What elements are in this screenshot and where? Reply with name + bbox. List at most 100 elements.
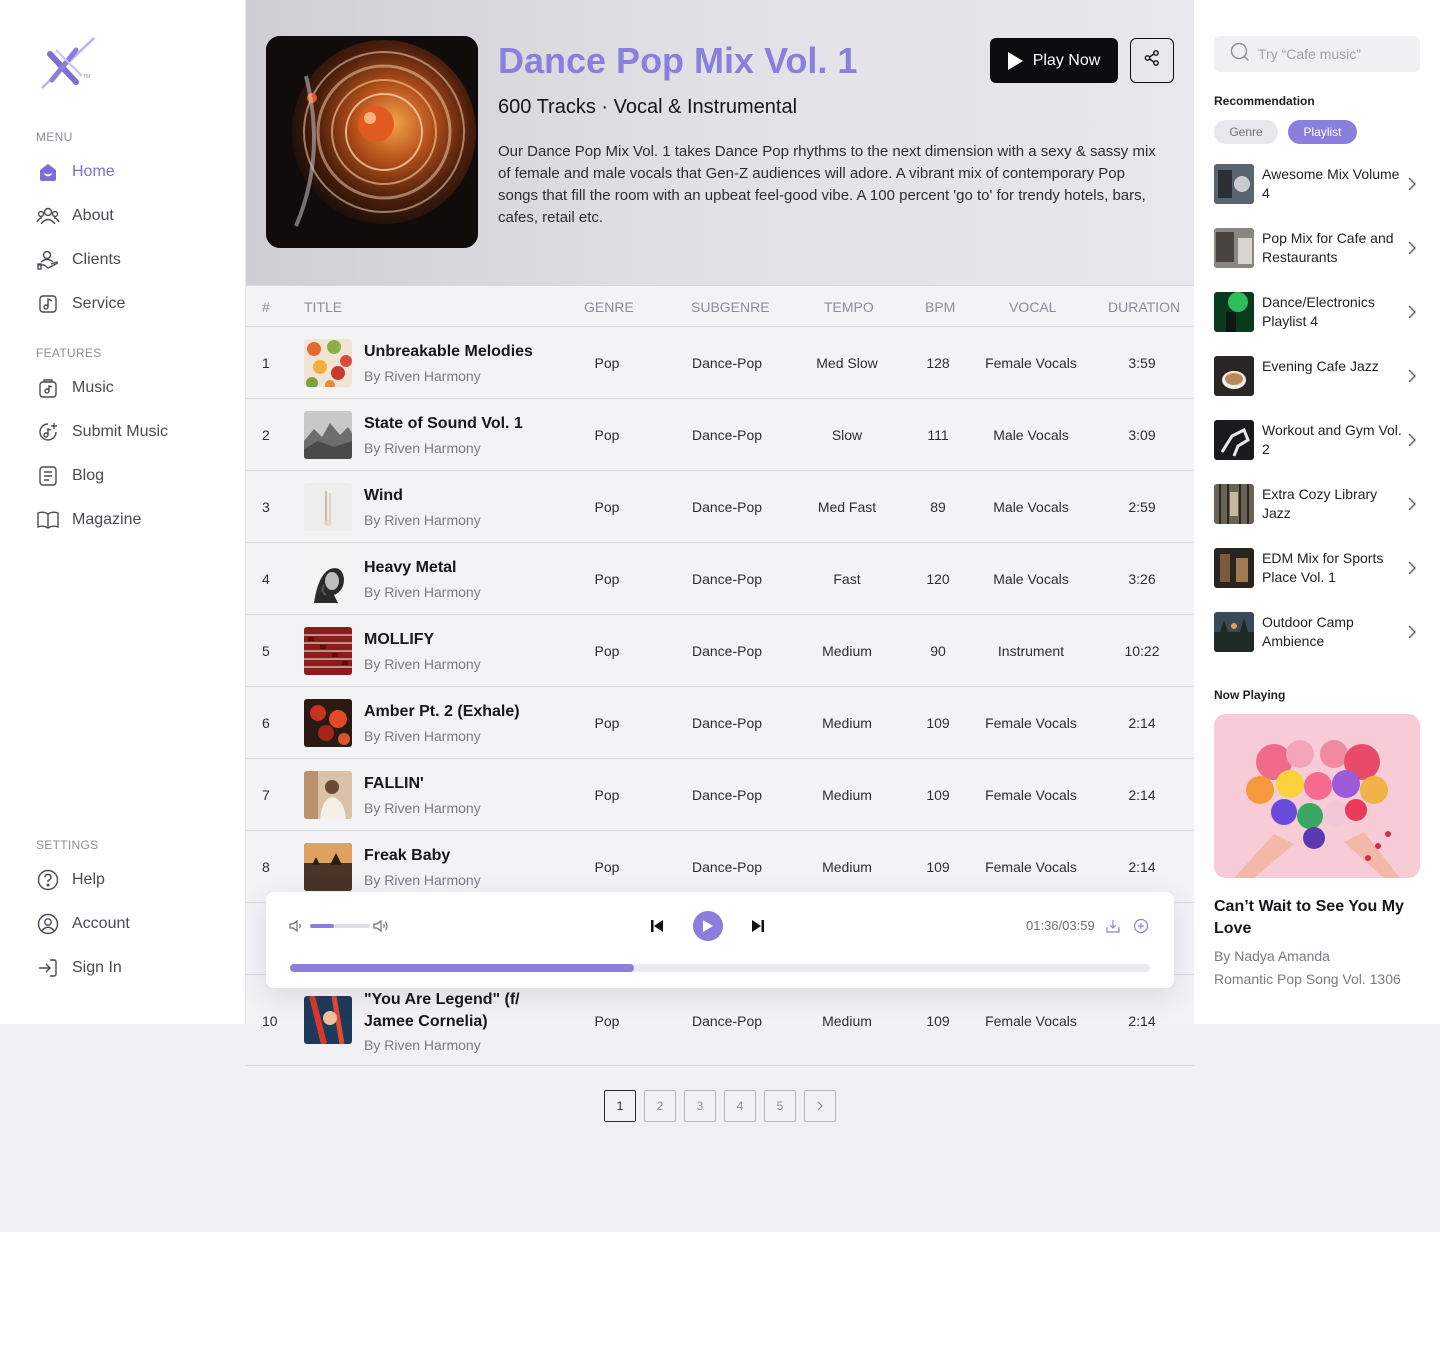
track-title[interactable]: FALLIN' bbox=[364, 775, 544, 793]
table-row[interactable]: 6 Amber Pt. 2 (Exhale) By Riven Harmony … bbox=[246, 687, 1194, 759]
nav-item-clients[interactable]: Clients bbox=[36, 246, 121, 274]
page-button[interactable]: 1 bbox=[604, 1090, 636, 1122]
table-row[interactable]: 3 Wind By Riven Harmony Pop Dance-Pop Me… bbox=[246, 471, 1194, 543]
track-number: 8 bbox=[262, 859, 270, 875]
table-row[interactable]: 4 Heavy Metal By Riven Harmony Pop Dance… bbox=[246, 543, 1194, 615]
nav-item-home[interactable]: Home bbox=[36, 158, 115, 186]
track-title[interactable]: Wind bbox=[364, 487, 544, 505]
track-thumbnail bbox=[304, 411, 352, 459]
track-thumbnail bbox=[304, 996, 352, 1044]
nav-item-help[interactable]: Help bbox=[36, 866, 105, 894]
playlist-item[interactable]: Dance/Electronics Playlist 4 bbox=[1214, 292, 1420, 332]
track-artist[interactable]: By Riven Harmony bbox=[364, 1037, 481, 1053]
track-duration: 2:14 bbox=[1128, 1013, 1156, 1029]
col-tempo: TEMPO bbox=[824, 299, 874, 315]
track-title[interactable]: Heavy Metal bbox=[364, 559, 544, 577]
track-vocal: Female Vocals bbox=[985, 787, 1077, 803]
track-thumbnail bbox=[304, 555, 352, 603]
page-button[interactable]: 2 bbox=[644, 1090, 676, 1122]
play-pause-button[interactable] bbox=[693, 911, 723, 941]
chevron-right-icon bbox=[817, 1101, 823, 1111]
table-row[interactable]: 7 FALLIN' By Riven Harmony Pop Dance-Pop… bbox=[246, 759, 1194, 831]
add-circle-icon[interactable] bbox=[1133, 918, 1149, 939]
playlist-item[interactable]: EDM Mix for Sports Place Vol. 1 bbox=[1214, 548, 1420, 588]
track-bpm: 128 bbox=[926, 355, 950, 371]
playlist-item[interactable]: Extra Cozy Library Jazz bbox=[1214, 484, 1420, 524]
col-title: TITLE bbox=[304, 299, 343, 315]
track-artist[interactable]: By Riven Harmony bbox=[364, 728, 481, 744]
search-input[interactable] bbox=[1258, 46, 1408, 62]
now-playing-artist[interactable]: By Nadya Amanda bbox=[1214, 948, 1330, 964]
submit-music-icon bbox=[36, 420, 60, 444]
playback-progress-bar[interactable] bbox=[290, 964, 1150, 972]
recommendation-heading: Recommendation bbox=[1214, 94, 1315, 108]
track-artist[interactable]: By Riven Harmony bbox=[364, 656, 481, 672]
next-page-button[interactable] bbox=[804, 1090, 836, 1122]
now-playing-artwork[interactable] bbox=[1214, 714, 1420, 878]
track-subgenre: Dance-Pop bbox=[691, 499, 763, 515]
track-artist[interactable]: By Riven Harmony bbox=[364, 584, 481, 600]
download-icon[interactable] bbox=[1105, 918, 1121, 939]
share-button[interactable] bbox=[1130, 38, 1174, 83]
track-title[interactable]: State of Sound Vol. 1 bbox=[364, 415, 544, 433]
playlist-thumbnail bbox=[1214, 356, 1254, 396]
track-vocal: Female Vocals bbox=[985, 859, 1077, 875]
nav-item-account[interactable]: Account bbox=[36, 910, 130, 938]
table-row[interactable]: 2 State of Sound Vol. 1 By Riven Harmony… bbox=[246, 399, 1194, 471]
play-now-button[interactable]: Play Now bbox=[990, 38, 1118, 83]
volume-low-icon[interactable] bbox=[288, 918, 304, 939]
track-artist[interactable]: By Riven Harmony bbox=[364, 872, 481, 888]
track-title[interactable]: Amber Pt. 2 (Exhale) bbox=[364, 703, 544, 721]
blog-icon bbox=[36, 464, 60, 488]
logo[interactable]: TM bbox=[36, 36, 100, 92]
chip-genre[interactable]: Genre bbox=[1214, 120, 1278, 144]
nav-item-about[interactable]: About bbox=[36, 202, 114, 230]
nav-item-sign-in[interactable]: Sign In bbox=[36, 954, 122, 982]
nav-item-music[interactable]: Music bbox=[36, 374, 114, 402]
page-button[interactable]: 4 bbox=[724, 1090, 756, 1122]
track-artist[interactable]: By Riven Harmony bbox=[364, 440, 481, 456]
playlist-item[interactable]: Evening Cafe Jazz bbox=[1214, 356, 1420, 396]
nav-item-blog[interactable]: Blog bbox=[36, 462, 104, 490]
search-icon bbox=[1230, 42, 1250, 67]
volume-high-icon[interactable] bbox=[372, 918, 390, 939]
track-bpm: 109 bbox=[926, 715, 950, 731]
menu-section-label: MENU bbox=[36, 130, 73, 144]
track-artist[interactable]: By Riven Harmony bbox=[364, 512, 481, 528]
playlist-item[interactable]: Workout and Gym Vol. 2 bbox=[1214, 420, 1420, 460]
track-tempo: Medium bbox=[822, 643, 872, 659]
table-row[interactable]: 10 "You Are Legend" (f/ Jamee Cornelia) … bbox=[246, 975, 1194, 1066]
playlist-item[interactable]: Outdoor Camp Ambience bbox=[1214, 612, 1420, 652]
search-box[interactable] bbox=[1214, 36, 1420, 72]
track-genre: Pop bbox=[594, 643, 620, 659]
track-tempo: Medium bbox=[822, 787, 872, 803]
page-button[interactable]: 3 bbox=[684, 1090, 716, 1122]
previous-track-icon[interactable] bbox=[649, 918, 665, 939]
track-genre: Pop bbox=[594, 859, 620, 875]
page-button[interactable]: 5 bbox=[764, 1090, 796, 1122]
track-title[interactable]: "You Are Legend" (f/ Jamee Cornelia) bbox=[364, 989, 544, 1033]
next-track-icon[interactable] bbox=[750, 918, 766, 939]
track-artist[interactable]: By Riven Harmony bbox=[364, 800, 481, 816]
nav-item-submit-music[interactable]: Submit Music bbox=[36, 418, 168, 446]
col-duration: DURATION bbox=[1108, 299, 1181, 315]
now-playing-title[interactable]: Can’t Wait to See You My Love bbox=[1214, 896, 1420, 940]
track-artist[interactable]: By Riven Harmony bbox=[364, 368, 481, 384]
col-vocal: VOCAL bbox=[1009, 299, 1057, 315]
table-row[interactable]: 5 MOLLIFY By Riven Harmony Pop Dance-Pop… bbox=[246, 615, 1194, 687]
track-title[interactable]: MOLLIFY bbox=[364, 631, 544, 649]
track-vocal: Female Vocals bbox=[985, 1013, 1077, 1029]
nav-item-magazine[interactable]: Magazine bbox=[36, 506, 141, 534]
playlist-thumbnail bbox=[1214, 228, 1254, 268]
now-playing-album[interactable]: Romantic Pop Song Vol. 1306 bbox=[1214, 971, 1401, 987]
nav-item-service[interactable]: Service bbox=[36, 290, 125, 318]
track-title[interactable]: Freak Baby bbox=[364, 847, 544, 865]
track-number: 2 bbox=[262, 427, 270, 443]
playlist-item[interactable]: Awesome Mix Volume 4 bbox=[1214, 164, 1420, 204]
chip-playlist[interactable]: Playlist bbox=[1288, 120, 1357, 144]
volume-slider[interactable] bbox=[310, 924, 370, 928]
playlist-item[interactable]: Pop Mix for Cafe and Restaurants bbox=[1214, 228, 1420, 268]
table-row[interactable]: 1 Unbreakable Melodies By Riven Harmony … bbox=[246, 327, 1194, 399]
track-number: 6 bbox=[262, 715, 270, 731]
track-title[interactable]: Unbreakable Melodies bbox=[364, 343, 544, 361]
